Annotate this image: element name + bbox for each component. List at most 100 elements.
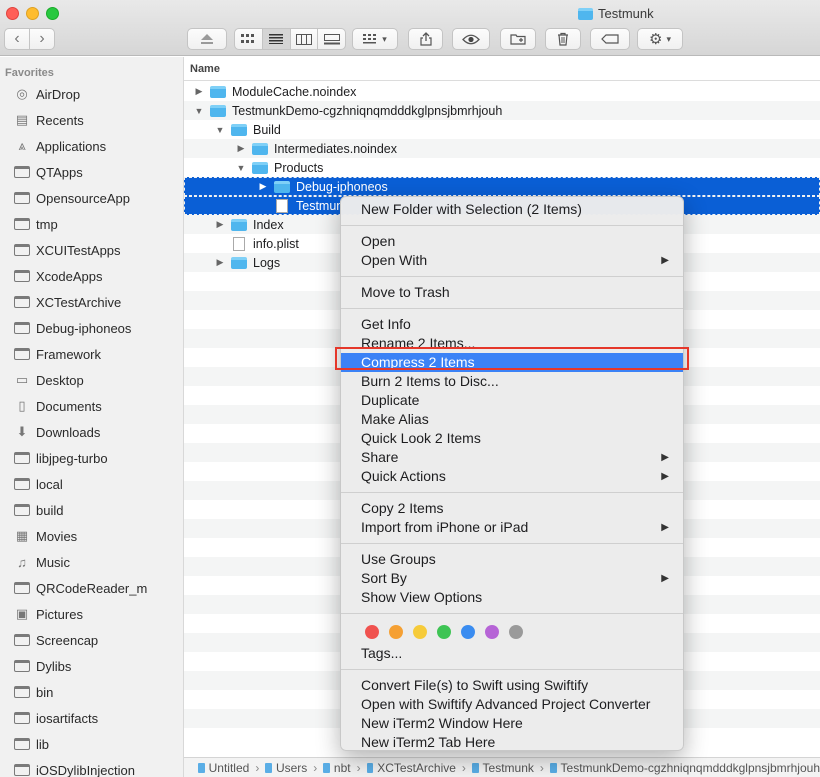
sidebar-item-documents[interactable]: ▯ Documents xyxy=(0,393,183,419)
row-label: Testmun xyxy=(296,198,344,213)
zoom-window-button[interactable] xyxy=(46,7,59,20)
disclosure-collapsed-icon[interactable]: ▶ xyxy=(215,257,225,268)
disclosure-collapsed-icon[interactable]: ▶ xyxy=(258,181,268,192)
sidebar-item-pictures[interactable]: ▣ Pictures xyxy=(0,601,183,627)
sidebar-item-libjpeg-turbo[interactable]: libjpeg-turbo xyxy=(0,445,183,471)
sidebar-item-xctestarchive[interactable]: XCTestArchive xyxy=(0,289,183,315)
group-by-button[interactable]: ▾ xyxy=(352,28,398,50)
menu-item-copy-2-items[interactable]: Copy 2 Items xyxy=(341,499,683,518)
table-row[interactable]: ▼ Build xyxy=(184,120,820,139)
minimize-window-button[interactable] xyxy=(26,7,39,20)
table-row[interactable]: ▶ Intermediates.noindex xyxy=(184,139,820,158)
move-to-trash-button[interactable] xyxy=(545,28,581,50)
sidebar-item-framework[interactable]: Framework xyxy=(0,341,183,367)
menu-item-new-folder-with-selection-2-items[interactable]: New Folder with Selection (2 Items) xyxy=(341,200,683,219)
menu-item-get-info[interactable]: Get Info xyxy=(341,315,683,334)
menu-item-quick-look-2-items[interactable]: Quick Look 2 Items xyxy=(341,429,683,448)
sidebar-item-qtapps[interactable]: QTApps xyxy=(0,159,183,185)
tag-color-swatch[interactable] xyxy=(437,625,451,639)
table-row[interactable]: ▶ ModuleCache.noindex xyxy=(184,82,820,101)
menu-item-quick-actions[interactable]: Quick Actions ▶ xyxy=(341,467,683,486)
sidebar-item-dylibs[interactable]: Dylibs xyxy=(0,653,183,679)
column-view-button[interactable] xyxy=(291,29,319,49)
sidebar-item-applications[interactable]: ⩓ Applications xyxy=(0,133,183,159)
menu-item-move-to-trash[interactable]: Move to Trash xyxy=(341,283,683,302)
menu-item-open-with-swiftify-advanced-project-converter[interactable]: Open with Swiftify Advanced Project Conv… xyxy=(341,695,683,714)
menu-item-share[interactable]: Share ▶ xyxy=(341,448,683,467)
sidebar-item-qrcodereader-m[interactable]: QRCodeReader_m xyxy=(0,575,183,601)
sidebar-item-tmp[interactable]: tmp xyxy=(0,211,183,237)
eject-button[interactable] xyxy=(187,28,227,50)
new-folder-button[interactable] xyxy=(500,28,536,50)
icon-view-button[interactable] xyxy=(235,29,263,49)
forward-button[interactable]: › xyxy=(30,29,54,49)
column-header-name[interactable]: Name xyxy=(184,57,820,81)
sidebar-item-xcodeapps[interactable]: XcodeApps xyxy=(0,263,183,289)
path-segment[interactable]: Users xyxy=(276,761,307,775)
sidebar-item-build[interactable]: build xyxy=(0,497,183,523)
sidebar-item-label: libjpeg-turbo xyxy=(36,450,108,466)
sidebar-item-screencap[interactable]: Screencap xyxy=(0,627,183,653)
close-window-button[interactable] xyxy=(6,7,19,20)
sidebar-item-airdrop[interactable]: ◎ AirDrop xyxy=(0,81,183,107)
sidebar-item-debug-iphoneos[interactable]: Debug-iphoneos xyxy=(0,315,183,341)
sidebar-item-bin[interactable]: bin xyxy=(0,679,183,705)
menu-item-burn-2-items-to-disc[interactable]: Burn 2 Items to Disc... xyxy=(341,372,683,391)
disclosure-expanded-icon[interactable]: ▼ xyxy=(215,125,225,135)
tags-button[interactable] xyxy=(590,28,630,50)
table-row[interactable]: ▼ Products xyxy=(184,158,820,177)
sidebar-item-lib[interactable]: lib xyxy=(0,731,183,757)
path-segment[interactable]: TestmunkDemo-cgzhniqnqmdddkglpnsjbmrhjou… xyxy=(561,761,820,775)
menu-item-make-alias[interactable]: Make Alias xyxy=(341,410,683,429)
menu-item-tags[interactable]: Tags... xyxy=(341,644,683,663)
folder-icon xyxy=(210,104,226,117)
sidebar-item-iosdylibinjection[interactable]: iOSDylibInjection xyxy=(0,757,183,777)
quicklook-button[interactable] xyxy=(452,28,490,50)
sidebar-item-label: XCTestArchive xyxy=(36,294,122,310)
sidebar-item-iosartifacts[interactable]: iosartifacts xyxy=(0,705,183,731)
disclosure-expanded-icon[interactable]: ▼ xyxy=(236,163,246,173)
sidebar-item-label: Documents xyxy=(36,398,102,414)
menu-item-import-from-iphone-or-ipad[interactable]: Import from iPhone or iPad ▶ xyxy=(341,518,683,537)
gallery-view-button[interactable] xyxy=(318,29,345,49)
tag-color-swatch[interactable] xyxy=(365,625,379,639)
menu-item-sort-by[interactable]: Sort By ▶ xyxy=(341,569,683,588)
menu-item-duplicate[interactable]: Duplicate xyxy=(341,391,683,410)
menu-item-new-iterm2-tab-here[interactable]: New iTerm2 Tab Here xyxy=(341,733,683,752)
tag-color-swatch[interactable] xyxy=(389,625,403,639)
path-segment[interactable]: Untitled xyxy=(209,761,250,775)
path-segment[interactable]: Testmunk xyxy=(483,761,534,775)
menu-item-open-with[interactable]: Open With ▶ xyxy=(341,251,683,270)
disclosure-collapsed-icon[interactable]: ▶ xyxy=(236,143,246,154)
table-row[interactable]: ▼ TestmunkDemo-cgzhniqnqmdddkglpnsjbmrhjo… xyxy=(184,101,820,120)
tag-color-swatch[interactable] xyxy=(485,625,499,639)
sidebar-item-opensourceapp[interactable]: OpensourceApp xyxy=(0,185,183,211)
menu-item-show-view-options[interactable]: Show View Options xyxy=(341,588,683,607)
menu-item-open[interactable]: Open xyxy=(341,232,683,251)
disclosure-collapsed-icon[interactable]: ▶ xyxy=(194,86,204,97)
back-button[interactable]: ‹ xyxy=(5,29,30,49)
menu-item-label: Open xyxy=(361,233,396,249)
sidebar-item-movies[interactable]: ▦ Movies xyxy=(0,523,183,549)
tag-color-swatch[interactable] xyxy=(413,625,427,639)
sidebar-item-desktop[interactable]: ▭ Desktop xyxy=(0,367,183,393)
menu-item-use-groups[interactable]: Use Groups xyxy=(341,550,683,569)
share-button[interactable] xyxy=(408,28,443,50)
table-row[interactable]: ▶ Debug-iphoneos xyxy=(184,177,820,196)
folder-icon xyxy=(14,321,30,335)
sidebar-item-recents[interactable]: ▤ Recents xyxy=(0,107,183,133)
menu-item-convert-file-s-to-swift-using-swiftify[interactable]: Convert File(s) to Swift using Swiftify xyxy=(341,676,683,695)
tag-color-swatch[interactable] xyxy=(461,625,475,639)
sidebar-item-music[interactable]: ♫ Music xyxy=(0,549,183,575)
tag-color-swatch[interactable] xyxy=(509,625,523,639)
disclosure-expanded-icon[interactable]: ▼ xyxy=(194,106,204,116)
menu-item-new-iterm2-window-here[interactable]: New iTerm2 Window Here xyxy=(341,714,683,733)
action-button[interactable]: ⚙ ▾ xyxy=(637,28,683,50)
sidebar-item-xcuitestapps[interactable]: XCUITestApps xyxy=(0,237,183,263)
list-view-button[interactable] xyxy=(262,29,291,49)
sidebar-item-downloads[interactable]: ⬇ Downloads xyxy=(0,419,183,445)
disclosure-collapsed-icon[interactable]: ▶ xyxy=(215,219,225,230)
path-segment[interactable]: XCTestArchive xyxy=(377,761,456,775)
path-segment[interactable]: nbt xyxy=(334,761,351,775)
sidebar-item-local[interactable]: local xyxy=(0,471,183,497)
